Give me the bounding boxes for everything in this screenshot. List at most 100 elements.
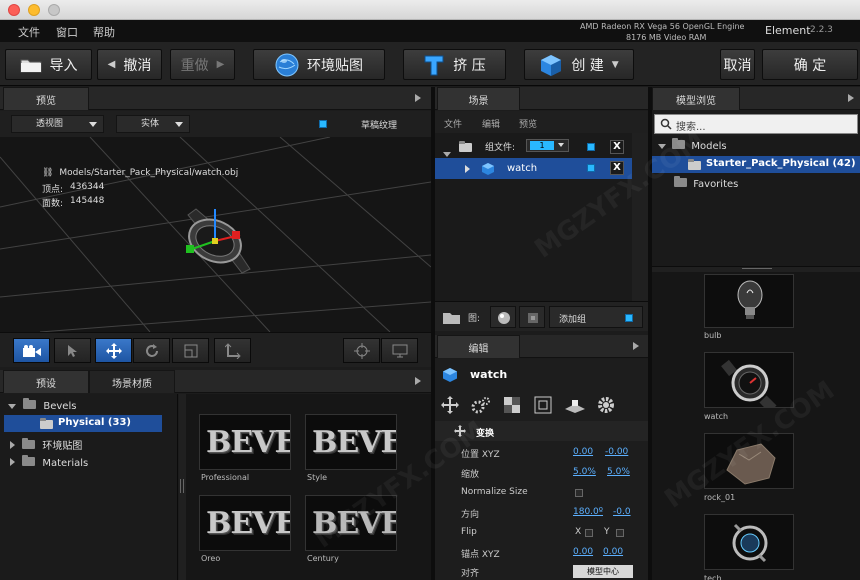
scale-x-value[interactable]: 5.0% [573,467,596,477]
scale-tool-button[interactable] [172,338,209,363]
watch-model[interactable] [170,197,270,287]
create-button[interactable]: 创 建 ▼ [524,49,634,80]
model-thumb-watch[interactable] [704,352,794,408]
preset-thumb-style[interactable]: BEVEL [305,414,397,470]
menu-help[interactable]: 帮助 [93,24,115,40]
tree-item-bevels[interactable]: Bevels [8,398,77,412]
menu-file[interactable]: 文件 [18,24,40,40]
draft-texture-checkbox[interactable] [319,120,327,128]
item-delete-button[interactable]: X [610,161,624,175]
render-mode-select[interactable]: 实体 [116,115,190,133]
scene-panel-header: 场景 [435,87,648,110]
orientation-x-value[interactable]: 180.0º [573,507,603,517]
preset-thumb-century[interactable]: BEVEL [305,495,397,551]
model-thumb-rock[interactable] [704,433,794,489]
folder-add-icon[interactable] [442,307,464,327]
scene-menu-preview[interactable]: 预览 [519,117,537,130]
orientation-y-value[interactable]: -0.0 [613,507,631,517]
scene-scrollbar[interactable] [632,133,648,301]
tree-item-starter-pack[interactable]: Starter_Pack_Physical (42) [652,156,860,173]
globe-icon [275,53,299,77]
scene-item-watch[interactable]: watch X [435,158,632,179]
preset-caption: Century [307,554,339,563]
scene-menu-file[interactable]: 文件 [444,117,462,130]
move-icon[interactable] [441,396,459,414]
panel-expand-arrow-icon[interactable] [415,377,421,385]
tree-label: Bevels [43,401,77,412]
minimize-window-button[interactable] [28,4,40,16]
display-mode-button[interactable] [381,338,418,363]
tree-item-environment[interactable]: 环境贴图 [10,437,82,452]
material-preview-button[interactable] [519,306,545,328]
environment-map-label: 环境贴图 [307,57,363,74]
anchor-x-value[interactable]: 0.00 [573,547,593,557]
camera-tool-button[interactable] [13,338,50,363]
axis-tool-button[interactable] [214,338,251,363]
search-input[interactable]: 搜索... [654,114,858,134]
preset-thumb-professional[interactable]: BEVEL [199,414,291,470]
tree-item-materials[interactable]: Materials [10,455,88,469]
tab-presets[interactable]: 预设 [3,370,89,393]
close-window-button[interactable] [8,4,20,16]
import-label: 导入 [49,57,78,74]
camera-icon [22,344,41,357]
tree-label: Favorites [693,179,739,190]
ground-plane-icon[interactable] [564,396,586,414]
tab-scene[interactable]: 场景 [437,87,520,110]
zoom-window-button[interactable] [48,4,60,16]
redo-button[interactable]: 重做 ▶ [170,49,235,80]
anchor-y-value[interactable]: 0.00 [603,547,623,557]
add-group-checkbox[interactable] [625,314,633,322]
add-group-button[interactable]: 添加组 [549,306,643,328]
normalize-size-checkbox[interactable] [575,489,583,497]
tree-item-models[interactable]: Models [658,138,727,152]
tree-item-physical[interactable]: Physical (33) [4,415,162,432]
sphere-preview-button[interactable] [490,306,516,328]
view-select[interactable]: 透视图 [11,115,104,133]
select-tool-button[interactable] [54,338,91,363]
group-delete-button[interactable]: X [610,140,624,154]
item-visible-checkbox[interactable] [587,164,595,172]
tab-scene-materials[interactable]: 场景材质 [89,370,175,393]
panel-expand-arrow-icon[interactable] [415,94,421,102]
app-window: 文件 窗口 帮助 AMD Radeon RX Vega 56 OpenGL En… [0,0,860,580]
position-y-value[interactable]: -0.00 [605,447,628,457]
gear-icon[interactable] [597,396,615,414]
scene-menu-edit[interactable]: 编辑 [482,117,500,130]
model-thumb-bulb[interactable] [704,274,794,328]
preset-thumb-oreo[interactable]: BEVEL [199,495,291,551]
uv-map-icon[interactable] [534,396,552,414]
group-select[interactable]: 1 [526,139,569,152]
panel-expand-arrow-icon[interactable] [633,342,639,350]
import-button[interactable]: 导入 [5,49,92,80]
group-visible-checkbox[interactable] [587,143,595,151]
rotate-tool-button[interactable] [133,338,170,363]
flip-y-checkbox[interactable] [616,529,624,537]
environment-map-button[interactable]: 环境贴图 [253,49,385,80]
preset-splitter[interactable] [179,394,186,580]
settings-gears-icon[interactable] [471,396,491,414]
model-path: Models/Starter_Pack_Physical/watch.obj [59,168,239,178]
align-select[interactable]: 模型中心 [573,565,633,578]
panel-expand-arrow-icon[interactable] [848,94,854,102]
undo-button[interactable]: ◀ 撤消 [97,49,162,80]
position-x-value[interactable]: 0.00 [573,447,593,457]
tab-model-browser[interactable]: 模型浏览 [652,87,740,110]
menu-window[interactable]: 窗口 [56,24,78,40]
tab-edit[interactable]: 编辑 [437,335,520,358]
checker-texture-icon[interactable] [503,396,521,414]
cancel-button[interactable]: 取消 [720,49,755,80]
ok-button[interactable]: 确 定 [762,49,858,80]
viewport-toolbar [0,332,431,367]
move-tool-button[interactable] [95,338,132,363]
focus-target-button[interactable] [343,338,380,363]
tab-preview[interactable]: 预览 [3,87,89,110]
menu-bar: 文件 窗口 帮助 AMD Radeon RX Vega 56 OpenGL En… [0,20,860,42]
tree-item-favorites[interactable]: Favorites [674,176,739,190]
flip-x-checkbox[interactable] [585,529,593,537]
extrude-button[interactable]: 挤 压 [403,49,506,80]
model-thumb-tech[interactable] [704,514,794,570]
3d-viewport[interactable]: ⛓ Models/Starter_Pack_Physical/watch.obj… [0,137,431,332]
transform-section[interactable]: 变换 [435,421,648,441]
scale-y-value[interactable]: 5.0% [607,467,630,477]
